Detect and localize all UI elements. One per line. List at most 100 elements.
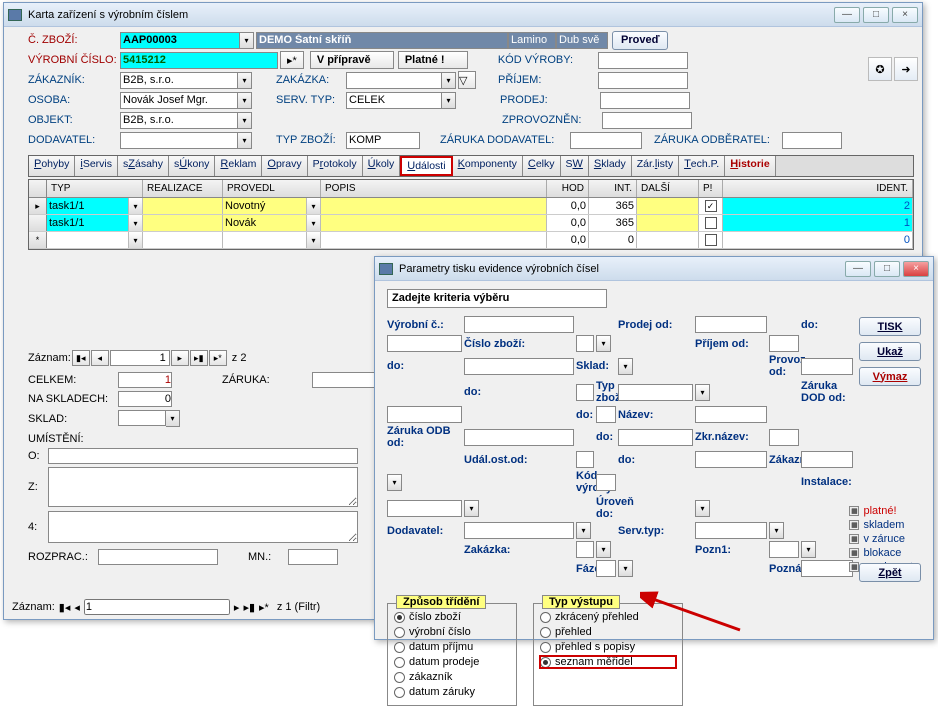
tab-reklam[interactable]: Reklam — [215, 156, 262, 176]
col-hod[interactable]: HOD — [547, 180, 589, 197]
bnav-next[interactable]: ▸ — [234, 601, 240, 614]
table-row[interactable]: ▸ task1/1▾ Novotný▾ 0,0 365 ✓ 2 — [29, 198, 913, 215]
pinput-faze[interactable] — [596, 560, 616, 577]
col-typ[interactable]: TYP — [47, 180, 143, 197]
bnav-new[interactable]: ▸* — [259, 601, 269, 614]
pinput-nazev[interactable] — [695, 406, 767, 423]
bnav-prev[interactable]: ◂ — [74, 601, 80, 614]
kod-vyroby-input[interactable] — [598, 52, 688, 69]
dodavatel-dropdown[interactable]: ▾ — [238, 132, 252, 149]
close-button[interactable]: × — [892, 7, 918, 23]
objekt-input[interactable] — [120, 112, 238, 129]
pinput-zkrNazev[interactable] — [769, 429, 799, 446]
pinput-provozOd[interactable] — [801, 358, 853, 375]
pinput-zarukaOdb-do[interactable] — [618, 429, 693, 446]
zakazka-dropdown[interactable]: ▾ — [442, 72, 456, 89]
legend-box-1[interactable]: ▦ — [849, 520, 859, 530]
pdrop-cisloZbozi[interactable]: ▾ — [596, 335, 611, 352]
osoba-dropdown[interactable]: ▾ — [238, 92, 252, 109]
sklad-sum-dropdown[interactable]: ▾ — [166, 410, 180, 427]
out-radio-1[interactable]: přehled — [540, 626, 676, 638]
serv-typ-input[interactable] — [346, 92, 442, 109]
tool-icon-2[interactable]: ➜ — [894, 57, 918, 81]
pinput-zakazka[interactable] — [576, 541, 594, 558]
pinput-prodejOd-do[interactable] — [387, 335, 462, 352]
pinput-vyrobniC[interactable] — [464, 316, 574, 333]
param-maximize-button[interactable]: □ — [874, 261, 900, 277]
proved-button[interactable]: Proveď — [612, 31, 668, 50]
pinput-kodVyroby[interactable] — [596, 474, 616, 491]
tab-súkony[interactable]: sÚkony — [169, 156, 215, 176]
v-priprave-button[interactable]: V přípravě — [310, 51, 394, 69]
zaruka-dod-input[interactable] — [570, 132, 642, 149]
legend-box-2[interactable]: ▦ — [849, 534, 859, 544]
pinput-zarukaDod[interactable] — [387, 406, 462, 423]
pdrop-faze[interactable]: ▾ — [618, 560, 633, 577]
pinput-pozn1[interactable] — [769, 541, 799, 558]
o-input[interactable] — [48, 448, 358, 464]
dodavatel-input[interactable] — [120, 132, 238, 149]
tab-sw[interactable]: SW — [561, 156, 589, 176]
main-titlebar[interactable]: Karta zařízení s výrobním číslem — □ × — [4, 3, 922, 27]
serv-typ-dropdown[interactable]: ▾ — [442, 92, 456, 109]
minimize-button[interactable]: — — [834, 7, 860, 23]
out-radio-3[interactable]: seznam měřidel — [540, 656, 676, 668]
bnav-page[interactable] — [84, 599, 230, 615]
rozprac-input[interactable] — [98, 549, 218, 565]
pinput-udalostOd[interactable] — [576, 451, 594, 468]
vyr-cislo-input[interactable] — [120, 52, 278, 69]
tab-úkoly[interactable]: Úkoly — [363, 156, 401, 176]
col-p[interactable]: P! — [699, 180, 723, 197]
sort-radio-2[interactable]: datum příjmu — [394, 641, 510, 653]
nav-next[interactable]: ▸ — [171, 350, 189, 366]
out-radio-0[interactable]: zkrácený přehled — [540, 611, 676, 623]
col-provedl[interactable]: PROVEDL — [223, 180, 321, 197]
bnav-last[interactable]: ▸▮ — [243, 601, 255, 614]
pinput-instalace[interactable] — [387, 500, 462, 517]
pdrop-typZbozi[interactable]: ▾ — [695, 384, 710, 401]
osoba-input[interactable] — [120, 92, 238, 109]
pdrop-sklad[interactable]: ▾ — [618, 358, 633, 375]
param-titlebar[interactable]: Parametry tisku evidence výrobních čísel… — [375, 257, 933, 281]
table-row[interactable]: * ▾ ▾ 0,0 0 0 — [29, 232, 913, 249]
c4-input[interactable] — [48, 511, 358, 543]
zakaznik-input[interactable] — [120, 72, 238, 89]
nav-last[interactable]: ▸▮ — [190, 350, 208, 366]
pinput-udalostOd-do[interactable] — [695, 451, 767, 468]
tab-komponenty[interactable]: Komponenty — [453, 156, 523, 176]
sort-radio-4[interactable]: zákazník — [394, 671, 510, 683]
filter-icon[interactable]: ▽ — [458, 71, 476, 89]
tab-zár.listy[interactable]: Zár.listy — [632, 156, 679, 176]
tab-szásahy[interactable]: sZásahy — [118, 156, 169, 176]
col-popis[interactable]: POPIS — [321, 180, 547, 197]
tab-protokoly[interactable]: Protokoly — [308, 156, 363, 176]
tab-opravy[interactable]: Opravy — [262, 156, 307, 176]
nav-first[interactable]: ▮◂ — [72, 350, 90, 366]
tab-události[interactable]: Události — [400, 156, 452, 176]
sort-radio-5[interactable]: datum záruky — [394, 686, 510, 698]
sort-radio-1[interactable]: výrobní číslo — [394, 626, 510, 638]
tab-pohyby[interactable]: Pohyby — [29, 156, 75, 176]
col-ident[interactable]: IDENT. — [723, 180, 913, 197]
param-close-button[interactable]: × — [903, 261, 929, 277]
sort-radio-0[interactable]: číslo zboží — [394, 611, 510, 623]
tab-sklady[interactable]: Sklady — [589, 156, 632, 176]
c-zbozi-dropdown[interactable]: ▾ — [240, 32, 254, 49]
pinput-typZbozi[interactable] — [618, 384, 693, 401]
c-zbozi-input[interactable] — [120, 32, 240, 49]
sort-radio-3[interactable]: datum prodeje — [394, 656, 510, 668]
platne-button[interactable]: Platné ! — [398, 51, 468, 69]
legend-box-4[interactable]: ▦ — [849, 562, 859, 572]
nav-page[interactable] — [110, 350, 170, 366]
objekt-dropdown[interactable]: ▾ — [238, 112, 252, 129]
pinput-cisloZbozi[interactable] — [576, 335, 594, 352]
mn-input[interactable] — [288, 549, 338, 565]
prodej-input[interactable] — [600, 92, 690, 109]
tab-historie[interactable]: Historie — [725, 156, 775, 176]
out-radio-2[interactable]: přehled s popisy — [540, 641, 676, 653]
z-input[interactable] — [48, 467, 358, 507]
goto-button[interactable]: ▸* — [280, 51, 304, 69]
tab-tech.p.[interactable]: Tech.P. — [679, 156, 725, 176]
prijem-input[interactable] — [598, 72, 688, 89]
table-row[interactable]: task1/1▾ Novák▾ 0,0 365 1 — [29, 215, 913, 232]
